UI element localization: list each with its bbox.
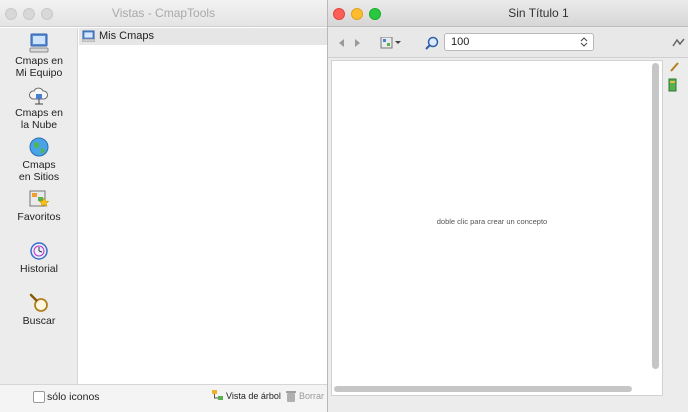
history-icon — [30, 242, 48, 260]
icons-only-label: sólo iconos — [47, 391, 100, 403]
sidebar-item-la-nube[interactable]: Cmaps en la Nube — [0, 84, 78, 131]
sidebar-item-en-sitios[interactable]: Cmaps en Sitios — [0, 136, 78, 183]
zoom-icon — [425, 36, 439, 50]
cmap-editor-window: Sin Título 1 100 doble clic para crear u… — [327, 0, 688, 412]
sidebar-item-mi-equipo[interactable]: Cmaps en Mi Equipo — [0, 32, 78, 79]
vistas-titlebar[interactable]: Vistas - CmapTools — [0, 0, 327, 27]
computer-icon — [29, 33, 49, 53]
cloud-icon — [29, 87, 48, 105]
sidebar-item-label: Favoritos — [17, 211, 61, 223]
sidebar-item-buscar[interactable]: Buscar — [0, 292, 78, 327]
zoom-value: 100 — [451, 36, 470, 48]
search-icon — [29, 293, 48, 312]
zoom-input[interactable]: 100 — [444, 33, 594, 51]
editor-toolbar: 100 — [328, 28, 688, 58]
canvas-hint: doble clic para crear un concepto — [436, 217, 548, 226]
delete-label: Borrar — [299, 391, 325, 401]
sidebar-item-label: Cmaps en Mi Equipo — [15, 55, 63, 79]
share-icon[interactable] — [672, 37, 686, 49]
sidebar-item-label: Buscar — [22, 315, 56, 327]
sidebar-item-favoritos[interactable]: Favoritos — [0, 188, 78, 223]
list-item[interactable]: Mis Cmaps — [79, 28, 327, 45]
views-sidebar: Cmaps en Mi Equipo Cmaps en la Nube Cmap… — [0, 28, 78, 384]
favorites-icon — [29, 190, 50, 207]
folder-icon — [82, 30, 95, 42]
horizontal-scrollbar[interactable] — [334, 386, 632, 392]
vistas-bottom-bar: sólo iconos Vista de árbol Borrar — [0, 384, 327, 412]
vistas-window: Vistas - CmapTools Cmaps en Mi Equipo Cm… — [0, 0, 327, 412]
book-icon[interactable] — [668, 78, 678, 92]
vertical-scrollbar[interactable] — [652, 63, 659, 369]
editor-titlebar[interactable]: Sin Título 1 — [328, 0, 688, 27]
sidebar-item-label: Cmaps en Sitios — [18, 159, 60, 183]
tree-view-label: Vista de árbol — [226, 391, 281, 401]
tree-view-icon — [212, 390, 223, 400]
concept-map-canvas[interactable]: doble clic para crear un concepto — [331, 60, 663, 396]
cmaps-list: Mis Cmaps — [79, 28, 327, 384]
sidebar-item-label: Historial — [20, 263, 58, 275]
back-arrow-icon[interactable] — [336, 37, 348, 49]
link-icon[interactable] — [668, 60, 682, 74]
vertical-scrollbar-thumb[interactable] — [652, 63, 659, 369]
trash-icon — [286, 391, 296, 402]
stepper-icon[interactable] — [579, 36, 589, 48]
sidebar-item-historial[interactable]: Historial — [0, 240, 78, 275]
forward-arrow-icon[interactable] — [351, 37, 363, 49]
sidebar-item-label: Cmaps en la Nube — [15, 107, 63, 131]
globe-icon — [29, 137, 49, 157]
style-palette-icon[interactable] — [380, 37, 402, 49]
window-title: Sin Título 1 — [508, 6, 569, 20]
window-title: Vistas - CmapTools — [111, 6, 216, 20]
icons-only-checkbox[interactable] — [33, 391, 45, 403]
side-tools-strip — [668, 60, 688, 100]
list-item-label: Mis Cmaps — [99, 30, 155, 42]
